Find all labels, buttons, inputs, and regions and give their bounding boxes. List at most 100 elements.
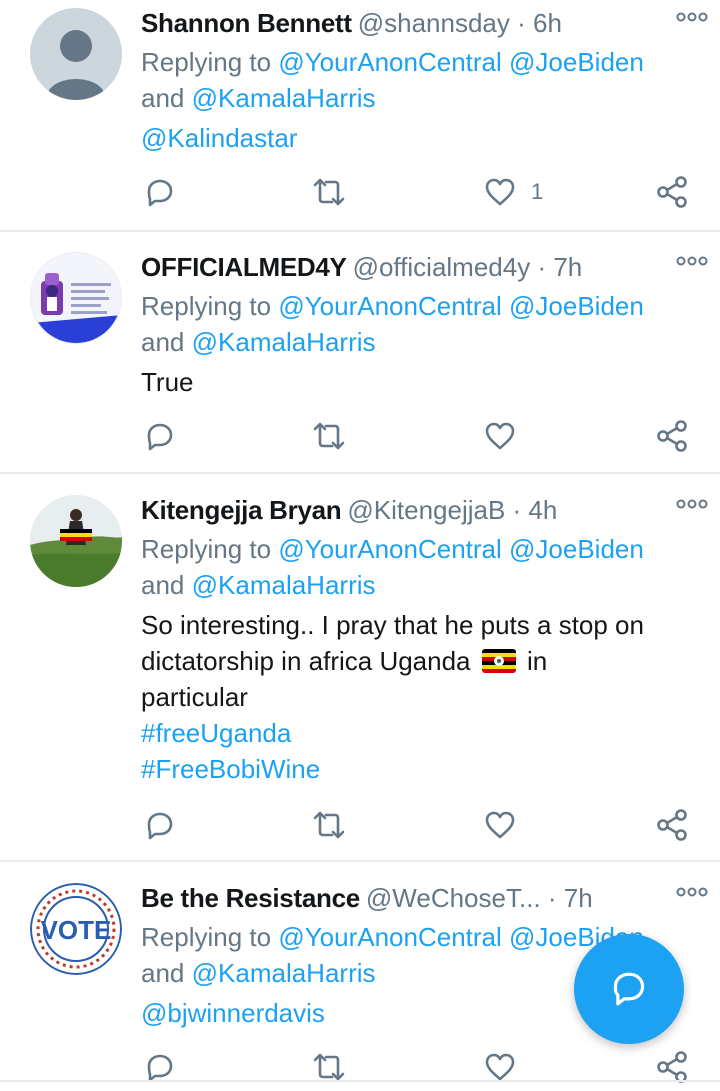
user-handle[interactable]: @WeChoseT... [366, 883, 541, 913]
more-options-icon[interactable] [676, 497, 708, 511]
tweet-header: Shannon Bennett @shannsday · 6h [141, 6, 700, 40]
replying-to: Replying to @YourAnonCentral @JoeBiden a… [141, 44, 680, 116]
mention-link[interactable]: @KamalaHarris [192, 83, 376, 113]
more-options-icon[interactable] [676, 885, 708, 899]
tweet-header: OFFICIALMED4Y @officialmed4y · 7h [141, 250, 700, 284]
vote-badge-icon: VOTE [30, 883, 122, 975]
mention-link[interactable]: @KamalaHarris [192, 958, 376, 988]
replying-to: Replying to @YourAnonCentral @JoeBiden a… [141, 531, 680, 603]
more-options-icon[interactable] [676, 254, 708, 268]
avatar[interactable] [30, 495, 122, 587]
tweet[interactable]: Kitengejja Bryan @KitengejjaB · 4h Replyi… [0, 487, 720, 862]
like-button[interactable] [483, 416, 517, 456]
tweet-text: dictatorship in africa Uganda [141, 646, 471, 676]
replying-label: Replying to [141, 47, 272, 77]
retweet-icon [313, 422, 345, 450]
retweet-button[interactable] [311, 416, 347, 456]
mention-link[interactable]: @YourAnonCentral [278, 291, 501, 321]
heart-icon [485, 811, 515, 839]
mention-link[interactable]: @JoeBiden [509, 47, 644, 77]
mention-link[interactable]: @YourAnonCentral [278, 922, 501, 952]
avatar[interactable] [30, 252, 122, 344]
display-name[interactable]: Kitengejja Bryan [141, 495, 342, 525]
like-button[interactable]: 1 [483, 172, 543, 212]
avatar[interactable]: VOTE [30, 883, 122, 975]
mention-link[interactable]: @KamalaHarris [192, 327, 376, 357]
mention-link[interactable]: @JoeBiden [509, 534, 644, 564]
retweet-button[interactable] [311, 805, 347, 845]
reply-icon [147, 1054, 173, 1082]
and-label: and [141, 570, 185, 600]
uganda-flag-icon [481, 649, 516, 673]
reply-icon [147, 812, 173, 840]
mention-link[interactable]: @JoeBiden [509, 291, 644, 321]
hashtag-link[interactable]: #freeUganda [141, 718, 291, 748]
default-avatar-icon [46, 30, 106, 100]
reply-bubble-icon [613, 972, 645, 1006]
heart-icon [485, 178, 515, 206]
more-options-icon[interactable] [676, 10, 708, 24]
share-icon [657, 809, 687, 841]
like-button[interactable] [483, 805, 517, 845]
tweet-actions: 1 [141, 172, 701, 212]
reply-button[interactable] [141, 416, 175, 456]
tweet-text: particular [141, 682, 248, 712]
tweet-body: So interesting.. I pray that he puts a s… [141, 607, 680, 787]
like-count: 1 [531, 179, 544, 204]
mention-link[interactable]: @YourAnonCentral [278, 534, 501, 564]
avatar[interactable] [30, 8, 122, 100]
official-med4y-avatar-icon [31, 253, 121, 343]
share-button[interactable] [655, 172, 689, 212]
and-label: and [141, 83, 185, 113]
share-button[interactable] [655, 416, 689, 456]
reply-icon [147, 179, 173, 207]
user-handle[interactable]: @officialmed4y [353, 252, 531, 282]
mention-link[interactable]: @YourAnonCentral [278, 47, 501, 77]
retweet-icon [313, 178, 345, 206]
tweet[interactable]: OFFICIALMED4Y @officialmed4y · 7h Replyin… [0, 244, 720, 474]
timestamp[interactable]: · 4h [513, 495, 558, 525]
tweet[interactable]: Shannon Bennett @shannsday · 6h Replying … [0, 0, 720, 230]
divider [0, 472, 720, 474]
tweet-body: True [141, 364, 680, 400]
display-name[interactable]: Shannon Bennett [141, 8, 352, 38]
hashtag-link[interactable]: #FreeBobiWine [141, 754, 320, 784]
retweet-icon [313, 811, 345, 839]
replying-to: Replying to @YourAnonCentral @JoeBiden a… [141, 288, 680, 360]
heart-icon [485, 422, 515, 450]
and-label: and [141, 327, 185, 357]
replying-label: Replying to [141, 534, 272, 564]
retweet-button[interactable] [311, 172, 347, 212]
reply-button[interactable] [141, 172, 175, 212]
user-handle[interactable]: @KitengejjaB [347, 495, 505, 525]
retweet-icon [313, 1053, 345, 1081]
divider [0, 230, 720, 232]
share-icon [657, 420, 687, 452]
mention-link[interactable]: @Kalindastar [141, 123, 297, 153]
display-name[interactable]: Be the Resistance [141, 883, 360, 913]
share-icon [657, 1051, 687, 1083]
avatar-text: VOTE [41, 915, 112, 945]
user-handle[interactable]: @shannsday [358, 8, 510, 38]
replying-label: Replying to [141, 291, 272, 321]
display-name[interactable]: OFFICIALMED4Y [141, 252, 347, 282]
and-label: and [141, 958, 185, 988]
tweet-text: So interesting.. I pray that he puts a s… [141, 610, 644, 640]
reply-button[interactable] [141, 805, 175, 845]
replying-label: Replying to [141, 922, 272, 952]
tweet-header: Kitengejja Bryan @KitengejjaB · 4h [141, 493, 700, 527]
mention-link[interactable]: @bjwinnerdavis [141, 998, 325, 1028]
share-button[interactable] [655, 805, 689, 845]
tweet-text: True [141, 367, 194, 397]
timestamp[interactable]: · 6h [517, 8, 562, 38]
divider [0, 860, 720, 862]
timestamp[interactable]: · 7h [548, 883, 593, 913]
tweet-body: @Kalindastar [141, 120, 680, 156]
tweet-actions [141, 416, 701, 456]
mention-link[interactable]: @KamalaHarris [192, 570, 376, 600]
heart-icon [485, 1053, 515, 1081]
share-icon [657, 176, 687, 208]
tweet-header: Be the Resistance @WeChoseT... · 7h [141, 881, 700, 915]
compose-reply-button[interactable] [574, 934, 684, 1044]
timestamp[interactable]: · 7h [537, 252, 582, 282]
